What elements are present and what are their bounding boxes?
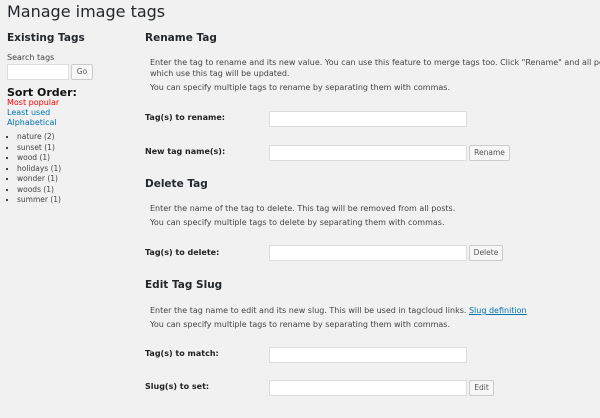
slug-description: You can specify multiple tags to rename … (150, 320, 451, 329)
tag-item[interactable]: woods (1) (17, 185, 61, 196)
rename-description: You can specify multiple tags to rename … (150, 83, 451, 92)
sort-most-popular[interactable]: Most popular (7, 98, 59, 107)
rename-tag-heading: Rename Tag (145, 32, 217, 44)
tags-to-match-label: Tag(s) to match: (145, 349, 219, 358)
search-tags-label: Search tags (7, 53, 55, 62)
slug-description: Enter the tag name to edit and its new s… (150, 305, 527, 316)
tag-item[interactable]: sunset (1) (17, 143, 61, 154)
tag-list: nature (2) sunset (1) wood (1) holidays … (7, 132, 61, 206)
search-tags-input[interactable] (7, 64, 69, 80)
sort-least-used[interactable]: Least used (7, 108, 50, 117)
existing-tags-heading: Existing Tags (7, 32, 85, 44)
sort-alphabetical[interactable]: Alphabetical (7, 118, 57, 127)
tag-item[interactable]: nature (2) (17, 132, 61, 143)
slug-definition-link[interactable]: Slug definition (469, 306, 527, 315)
page-title: Manage image tags (7, 2, 166, 21)
new-tag-name-label: New tag name(s): (145, 147, 226, 156)
tags-to-delete-input[interactable] (269, 245, 467, 261)
slugs-to-set-input[interactable] (269, 380, 467, 396)
tag-item[interactable]: wood (1) (17, 153, 61, 164)
slugs-to-set-label: Slug(s) to set: (145, 382, 210, 391)
tags-to-rename-input[interactable] (269, 111, 467, 127)
tags-to-delete-label: Tag(s) to delete: (145, 248, 220, 257)
tag-item[interactable]: wonder (1) (17, 174, 61, 185)
tag-item[interactable]: summer (1) (17, 195, 61, 206)
tags-to-match-input[interactable] (269, 347, 467, 363)
tags-to-rename-label: Tag(s) to rename: (145, 113, 225, 122)
edit-tag-slug-heading: Edit Tag Slug (145, 279, 223, 291)
edit-button[interactable]: Edit (469, 380, 494, 396)
slug-description-text: Enter the tag name to edit and its new s… (150, 306, 467, 315)
tag-item[interactable]: holidays (1) (17, 164, 61, 175)
delete-description: Enter the name of the tag to delete. Thi… (150, 204, 456, 213)
go-button[interactable]: Go (71, 64, 93, 80)
rename-description: Enter the tag to rename and its new valu… (150, 58, 600, 67)
new-tag-name-input[interactable] (269, 145, 467, 161)
delete-description: You can specify multiple tags to delete … (150, 218, 445, 227)
delete-tag-heading: Delete Tag (145, 178, 208, 190)
delete-button[interactable]: Delete (469, 245, 503, 261)
rename-button[interactable]: Rename (469, 145, 510, 161)
rename-description: which use this tag will be updated. (150, 69, 290, 78)
